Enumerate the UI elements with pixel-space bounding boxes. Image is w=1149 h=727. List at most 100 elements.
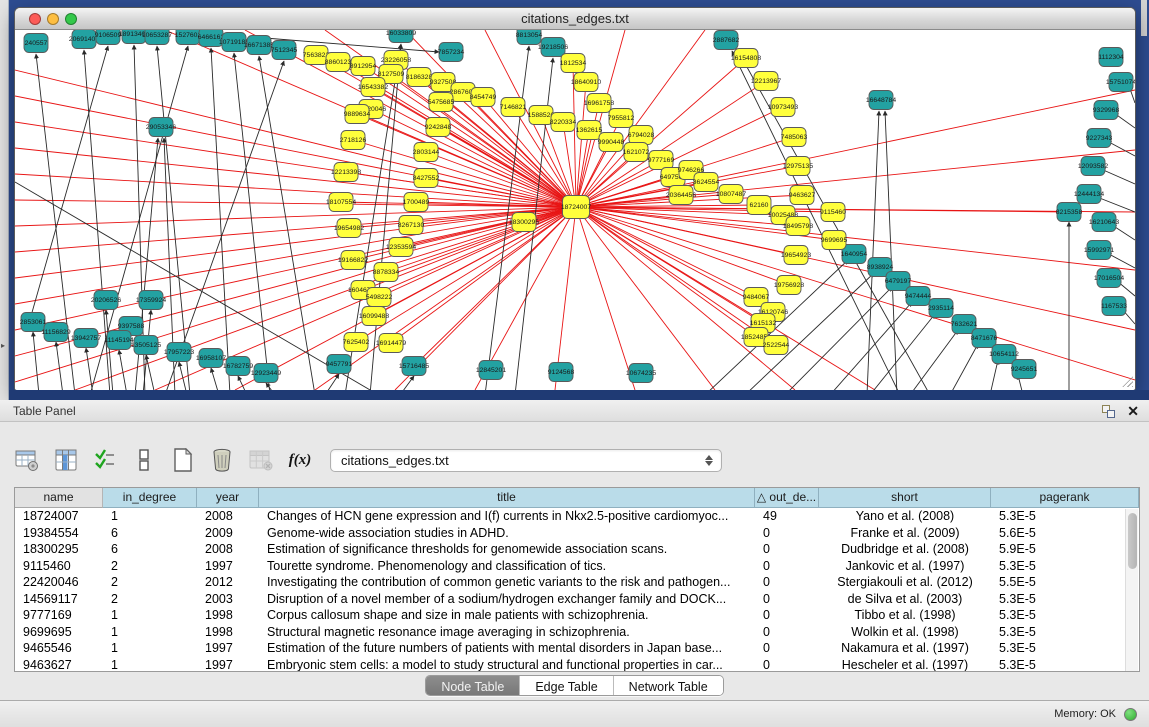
network-node[interactable]: 1621072 <box>623 143 650 162</box>
network-node[interactable]: 9245651 <box>1011 360 1038 379</box>
network-window[interactable]: citations_edges.txt 24055720691406910650… <box>14 7 1136 390</box>
network-node[interactable]: 9889634 <box>344 105 371 124</box>
network-node[interactable]: 12213967 <box>751 72 781 91</box>
close-panel-icon[interactable]: ✕ <box>1127 404 1139 418</box>
table-cell[interactable]: Dudbridge et al. (2008) <box>819 541 991 558</box>
network-node[interactable]: 11156829 <box>41 323 70 342</box>
network-node[interactable]: 15716485 <box>399 357 429 376</box>
table-cell[interactable]: 22420046 <box>15 574 103 591</box>
table-cell[interactable]: 18724007 <box>15 508 103 525</box>
tab-edge-table[interactable]: Edge Table <box>520 676 613 696</box>
table-row[interactable]: 969969511998Structural magnetic resonanc… <box>15 624 1139 641</box>
network-node[interactable]: 7625402 <box>343 333 370 352</box>
table-cell[interactable]: 5.5E-5 <box>991 574 1139 591</box>
network-node[interactable]: 9106509 <box>95 30 122 45</box>
table-row[interactable]: 1938455462009Genome-wide association stu… <box>15 525 1139 542</box>
delete-table-icon[interactable] <box>209 447 235 473</box>
table-cell[interactable]: Genome-wide association studies in ADHD. <box>259 525 755 542</box>
table-cell[interactable]: 5.3E-5 <box>991 624 1139 641</box>
table-cell[interactable]: 5.3E-5 <box>991 640 1139 657</box>
network-node[interactable]: 13942757 <box>71 329 101 348</box>
network-node[interactable]: 9474444 <box>905 287 932 306</box>
table-cell[interactable]: 5.3E-5 <box>991 591 1139 608</box>
network-node[interactable]: 16914479 <box>376 334 406 353</box>
table-cell[interactable]: 2008 <box>197 508 259 525</box>
column-header-name[interactable]: name <box>15 488 103 508</box>
table-cell[interactable]: 2 <box>103 574 197 591</box>
network-node[interactable]: 8813054 <box>516 30 543 45</box>
network-node[interactable]: 12923449 <box>251 364 281 383</box>
network-node[interactable]: 7512345 <box>271 41 298 60</box>
network-node[interactable]: 16958107 <box>196 349 226 368</box>
table-selector-dropdown[interactable]: citations_edges.txt <box>330 449 722 472</box>
column-header-title[interactable]: title <box>259 488 755 508</box>
table-row[interactable]: 977716911998Corpus callosum shape and si… <box>15 607 1139 624</box>
table-row[interactable]: 1830029562008Estimation of significance … <box>15 541 1139 558</box>
network-node[interactable]: 7485063 <box>781 128 808 147</box>
table-cell[interactable]: 9463627 <box>15 657 103 673</box>
table-cell[interactable]: Structural magnetic resonance image aver… <box>259 624 755 641</box>
network-node[interactable]: 18640910 <box>571 73 601 92</box>
table-cell[interactable]: 1997 <box>197 640 259 657</box>
table-cell[interactable]: 49 <box>755 508 819 525</box>
network-node[interactable]: 8860123 <box>325 53 352 72</box>
table-cell[interactable]: 9699695 <box>15 624 103 641</box>
network-node[interactable]: 17359924 <box>136 291 166 310</box>
network-node[interactable]: 1167533 <box>1101 297 1127 316</box>
network-node[interactable]: 18300295 <box>509 213 539 232</box>
network-node[interactable]: 8215358 <box>1056 203 1083 222</box>
new-table-icon[interactable] <box>170 447 196 473</box>
network-node[interactable]: 240557 <box>24 34 48 53</box>
network-node[interactable]: 10807487 <box>716 185 746 204</box>
network-node[interactable]: 9990448 <box>598 133 625 152</box>
network-node[interactable]: 20364456 <box>666 186 696 205</box>
table-cell[interactable]: 2009 <box>197 525 259 542</box>
minimize-window-icon[interactable] <box>47 13 59 25</box>
network-node[interactable]: 1112304 <box>1098 48 1124 67</box>
close-window-icon[interactable] <box>29 13 41 25</box>
network-node[interactable]: 10674235 <box>626 364 656 383</box>
table-cell[interactable]: 0 <box>755 657 819 673</box>
network-node[interactable]: 12093582 <box>1078 157 1108 176</box>
table-cell[interactable]: 5.3E-5 <box>991 558 1139 575</box>
network-node[interactable]: 8878334 <box>373 263 400 282</box>
table-cell[interactable]: 14569117 <box>15 591 103 608</box>
network-node[interactable]: 15751074 <box>1106 73 1135 92</box>
table-cell[interactable]: Changes of HCN gene expression and I(f) … <box>259 508 755 525</box>
control-panel-collapsed-divider[interactable]: ▸ <box>0 0 9 400</box>
table-cell[interactable]: 1997 <box>197 558 259 575</box>
table-cell[interactable]: 5.3E-5 <box>991 607 1139 624</box>
network-node[interactable]: 9124568 <box>548 363 575 382</box>
table-cell[interactable]: Stergiakouli et al. (2012) <box>819 574 991 591</box>
network-node[interactable]: 12444134 <box>1074 185 1104 204</box>
network-node[interactable]: 10973493 <box>768 98 798 117</box>
network-node[interactable]: 8220334 <box>550 113 577 132</box>
table-cell[interactable]: 0 <box>755 624 819 641</box>
table-cell[interactable]: Hescheler et al. (1997) <box>819 657 991 673</box>
table-cell[interactable]: 1998 <box>197 624 259 641</box>
network-node[interactable]: 9115460 <box>820 203 846 222</box>
table-cell[interactable]: 5.6E-5 <box>991 525 1139 542</box>
network-node[interactable]: 16671385 <box>244 36 274 55</box>
network-canvas[interactable]: 2405572069140691065091891340210653287152… <box>15 30 1135 390</box>
network-node[interactable]: 5498222 <box>366 288 393 307</box>
table-cell[interactable]: 2003 <box>197 591 259 608</box>
table-row[interactable]: 1872400712008Changes of HCN gene express… <box>15 508 1139 525</box>
network-node[interactable]: 19756928 <box>774 276 804 295</box>
network-node[interactable]: 12353594 <box>386 238 416 257</box>
table-cell[interactable]: 9777169 <box>15 607 103 624</box>
window-resize-grip-icon[interactable] <box>1121 375 1133 387</box>
network-node[interactable]: 10653287 <box>142 30 172 45</box>
network-node[interactable]: 18107554 <box>326 193 356 212</box>
table-scrollbar-thumb[interactable] <box>1128 513 1137 569</box>
select-columns-icon[interactable] <box>92 447 118 473</box>
table-cell[interactable]: Tourette syndrome. Phenomenology and cla… <box>259 558 755 575</box>
network-node[interactable]: 13505125 <box>131 336 161 355</box>
network-node[interactable]: 12213398 <box>331 163 361 182</box>
network-node[interactable]: 8267130 <box>398 216 425 235</box>
table-cell[interactable]: Embryonic stem cells: a model to study s… <box>259 657 755 673</box>
network-node[interactable]: 15992971 <box>1084 241 1114 260</box>
table-cell[interactable]: 9465546 <box>15 640 103 657</box>
network-node[interactable]: 7857234 <box>438 43 465 62</box>
table-cell[interactable]: 1 <box>103 657 197 673</box>
